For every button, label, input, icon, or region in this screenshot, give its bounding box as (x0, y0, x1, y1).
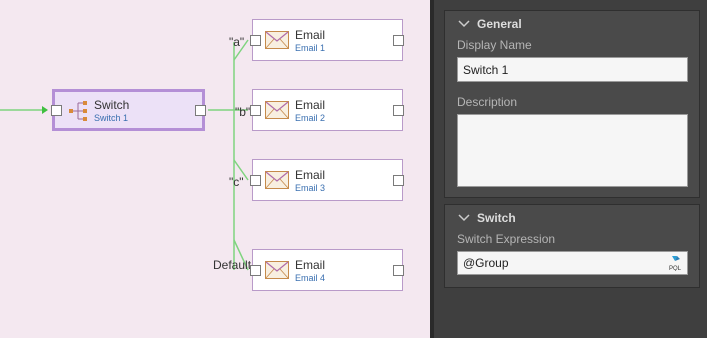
switch-node-title: Switch (94, 98, 130, 112)
email-1-title: Email (295, 28, 326, 42)
chevron-down-icon[interactable] (457, 211, 471, 225)
chevron-down-icon[interactable] (457, 17, 471, 31)
email-node-4[interactable]: Email Email 4 (250, 249, 404, 291)
email-3-title: Email (295, 168, 326, 182)
email-4-input-port[interactable] (250, 265, 261, 276)
switch-node-subtitle: Switch 1 (94, 113, 129, 123)
pql-icon[interactable]: PQL (667, 255, 683, 271)
general-section-title: General (477, 17, 522, 31)
general-section-header[interactable]: General (457, 16, 522, 32)
email-1-subtitle: Email 1 (295, 43, 326, 53)
incoming-arrow-icon (42, 106, 48, 114)
switch-expression-input[interactable]: @Group PQL (457, 251, 688, 275)
display-name-input[interactable] (457, 57, 688, 82)
description-input[interactable] (457, 114, 688, 187)
switch-node[interactable]: Switch Switch 1 (51, 89, 206, 131)
email-node-1[interactable]: Email Email 1 (250, 19, 404, 61)
email-4-output-port[interactable] (393, 265, 404, 276)
envelope-icon (265, 261, 289, 279)
email-3-output-port[interactable] (393, 175, 404, 186)
branch-label-default: Default (213, 258, 252, 272)
switch-section-header[interactable]: Switch (457, 210, 516, 226)
general-section: General Display Name Description (444, 10, 700, 198)
email-3-input-port[interactable] (250, 175, 261, 186)
email-node-2[interactable]: Email Email 2 (250, 89, 404, 131)
branch-label-c: "c" (229, 175, 244, 189)
description-label: Description (457, 95, 518, 109)
email-4-title: Email (295, 258, 326, 272)
email-1-input-port[interactable] (250, 35, 261, 46)
envelope-icon (265, 171, 289, 189)
properties-panel: General Display Name Description Switch … (434, 0, 707, 338)
email-4-subtitle: Email 4 (295, 273, 326, 283)
email-1-output-port[interactable] (393, 35, 404, 46)
email-2-input-port[interactable] (250, 105, 261, 116)
switch-section: Switch Switch Expression @Group PQL (444, 204, 700, 288)
branch-label-b: "b" (235, 105, 251, 119)
switch-section-title: Switch (477, 211, 516, 225)
switch-output-port[interactable] (195, 105, 206, 116)
email-node-3[interactable]: Email Email 3 (250, 159, 404, 201)
email-3-subtitle: Email 3 (295, 183, 326, 193)
switch-input-port[interactable] (51, 105, 62, 116)
branch-label-a: "a" (229, 35, 245, 49)
svg-text:PQL: PQL (669, 266, 682, 271)
display-name-label: Display Name (457, 38, 532, 52)
switch-icon (69, 101, 87, 121)
switch-expression-label: Switch Expression (457, 232, 556, 246)
switch-expression-value: @Group (463, 256, 509, 270)
envelope-icon (265, 101, 289, 119)
email-2-title: Email (295, 98, 326, 112)
envelope-icon (265, 31, 289, 49)
email-2-subtitle: Email 2 (295, 113, 326, 123)
workflow-canvas[interactable]: Switch Switch 1 "a" Email Email 1 "b" Em… (0, 0, 430, 338)
email-2-output-port[interactable] (393, 105, 404, 116)
